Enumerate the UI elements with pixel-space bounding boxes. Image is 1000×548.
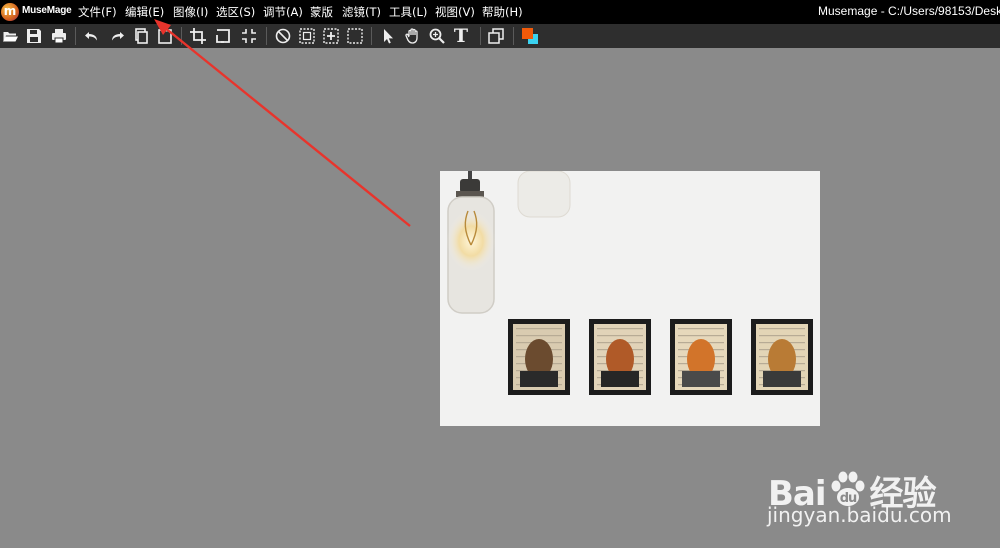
deselect-icon[interactable] [274,27,292,45]
hand-icon[interactable] [404,27,422,45]
menu-edit[interactable]: 编辑(E) [125,4,164,20]
select-center-icon[interactable] [322,27,340,45]
undo-icon[interactable] [83,27,101,45]
open-icon[interactable] [1,27,19,45]
redo-icon[interactable] [108,27,126,45]
toolbar-separator [513,27,514,45]
print-icon[interactable] [50,27,68,45]
toolbar-separator [371,27,372,45]
rotate-icon[interactable] [214,27,232,45]
menu-view[interactable]: 视图(V) [435,4,475,20]
menu-help[interactable]: 帮助(H) [482,4,523,20]
menu-adjust[interactable]: 调节(A) [263,4,303,20]
marquee-icon[interactable] [346,27,364,45]
title-menu-bar: m MuseMage 文件(F) 编辑(E) 图像(I) 选区(S) 调节(A)… [0,0,1000,24]
window-title: Musemage - C:/Users/98153/Desktop [818,4,1000,18]
toolbar: T [0,24,1000,48]
menu-selection[interactable]: 选区(S) [216,4,255,20]
layers-icon[interactable] [487,27,505,45]
menu-filter[interactable]: 滤镜(T) [342,4,381,20]
toolbar-separator [75,27,76,45]
crop-icon[interactable] [189,27,207,45]
fit-icon[interactable] [240,27,258,45]
zoom-icon[interactable] [428,27,446,45]
toolbar-separator [266,27,267,45]
menu-mask[interactable]: 蒙版 [310,4,333,20]
color-swatch-icon[interactable] [521,27,539,45]
menu-tools[interactable]: 工具(L) [389,4,427,20]
app-logo: m [1,3,19,21]
document-image[interactable] [440,171,820,426]
toolbar-separator [480,27,481,45]
select-all-icon[interactable] [298,27,316,45]
text-icon[interactable]: T [452,27,470,46]
toolbar-separator [181,27,182,45]
pointer-icon[interactable] [379,27,397,45]
menu-image[interactable]: 图像(I) [173,4,208,20]
copy-icon[interactable] [132,27,150,45]
watermark-url: jingyan.baidu.com [767,503,952,527]
menu-file[interactable]: 文件(F) [78,4,117,20]
app-name: MuseMage [22,5,72,16]
save-icon[interactable] [25,27,43,45]
paste-icon[interactable] [156,27,174,45]
